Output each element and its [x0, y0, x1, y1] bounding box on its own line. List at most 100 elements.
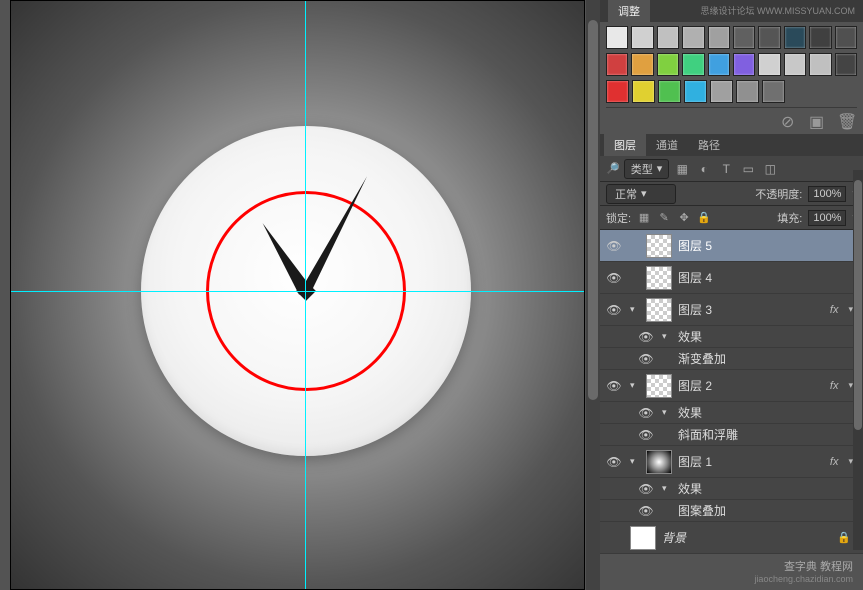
visibility-eye-icon[interactable]: 👁 — [604, 239, 624, 253]
style-swatch[interactable] — [835, 53, 857, 76]
style-swatch[interactable] — [809, 26, 831, 49]
visibility-eye-icon[interactable]: 👁 — [604, 455, 624, 469]
layer-row[interactable]: 👁▾图层 3fx▾ — [600, 294, 863, 326]
new-style-icon[interactable]: ▣ — [809, 112, 823, 126]
tab-paths[interactable]: 路径 — [688, 134, 730, 156]
style-swatch[interactable] — [758, 26, 780, 49]
layer-name[interactable]: 图层 2 — [678, 377, 824, 394]
style-swatch[interactable] — [632, 80, 655, 103]
layer-name[interactable]: 图层 1 — [678, 453, 824, 470]
style-swatch[interactable] — [631, 53, 653, 76]
filter-type-icon[interactable]: T — [717, 160, 735, 178]
visibility-eye-icon[interactable]: 👁 — [636, 406, 656, 420]
style-swatch[interactable] — [682, 26, 704, 49]
style-swatch[interactable] — [835, 26, 857, 49]
fill-input[interactable]: 100% — [808, 210, 846, 226]
style-swatch[interactable] — [658, 80, 681, 103]
twisty-icon[interactable]: ▾ — [662, 331, 672, 342]
fx-badge[interactable]: fx — [830, 304, 839, 316]
visibility-eye-icon[interactable]: 👁 — [604, 271, 624, 285]
blend-mode-select[interactable]: 正常 ▾ — [606, 184, 676, 204]
visibility-eye-icon[interactable]: 👁 — [604, 303, 624, 317]
layer-name[interactable]: 图层 4 — [678, 269, 859, 286]
filter-adjust-icon[interactable]: ◐ — [695, 160, 713, 178]
visibility-eye-icon[interactable]: 👁 — [636, 428, 656, 442]
visibility-eye-icon[interactable]: 👁 — [604, 379, 624, 393]
style-swatch[interactable] — [682, 53, 704, 76]
lock-all-icon[interactable]: 🔒 — [697, 211, 711, 224]
style-swatch[interactable] — [758, 53, 780, 76]
effect-item[interactable]: 👁图案叠加 — [600, 500, 863, 522]
canvas-area[interactable] — [10, 0, 585, 590]
effects-header[interactable]: 👁▾效果 — [600, 402, 863, 424]
layer-thumbnail[interactable] — [646, 266, 672, 290]
style-swatch[interactable] — [762, 80, 785, 103]
trash-icon[interactable]: 🗑 — [837, 112, 851, 126]
style-swatch[interactable] — [708, 53, 730, 76]
lock-position-icon[interactable]: ✥ — [677, 211, 691, 224]
layer-thumbnail[interactable] — [646, 374, 672, 398]
filter-shape-icon[interactable]: ▭ — [739, 160, 757, 178]
style-swatch[interactable] — [733, 26, 755, 49]
style-swatch[interactable] — [708, 26, 730, 49]
tab-channels[interactable]: 通道 — [646, 134, 688, 156]
style-swatch[interactable] — [631, 26, 653, 49]
layer-row[interactable]: 👁▾图层 2fx▾ — [600, 370, 863, 402]
twisty-icon[interactable]: ▾ — [630, 380, 640, 391]
effects-header[interactable]: 👁 ▾ 效果 — [600, 478, 863, 500]
visibility-eye-icon[interactable]: 👁 — [636, 352, 656, 366]
style-swatch[interactable] — [606, 26, 628, 49]
layer-name[interactable]: 图层 5 — [678, 237, 859, 254]
style-swatch[interactable] — [733, 53, 755, 76]
layer-thumbnail[interactable] — [646, 298, 672, 322]
layer-name[interactable]: 图层 3 — [678, 301, 824, 318]
panel-scrollbar[interactable] — [853, 170, 863, 550]
filter-smart-icon[interactable]: ◫ — [761, 160, 779, 178]
background-layer-row[interactable]: 背景🔒 — [600, 522, 863, 554]
layer-name[interactable]: 背景 — [662, 529, 831, 546]
style-swatch[interactable] — [784, 53, 806, 76]
opacity-input[interactable]: 100% — [808, 186, 846, 202]
style-swatch[interactable] — [657, 53, 679, 76]
twisty-icon[interactable]: ▾ — [630, 456, 640, 467]
style-swatch[interactable] — [606, 53, 628, 76]
no-style-icon[interactable]: ⊘ — [781, 112, 795, 126]
layer-thumbnail[interactable] — [646, 234, 672, 258]
layer-row[interactable]: 👁 图层 4 — [600, 262, 863, 294]
effects-header[interactable]: 👁▾效果 — [600, 326, 863, 348]
panel-scroll-thumb[interactable] — [854, 180, 862, 430]
lock-pixels-icon[interactable]: ✎ — [657, 211, 671, 224]
style-swatch[interactable] — [784, 26, 806, 49]
filter-pixel-icon[interactable]: ▦ — [673, 160, 691, 178]
tab-adjust[interactable]: 调整 — [608, 0, 650, 22]
scroll-thumb[interactable] — [588, 20, 598, 400]
fx-badge[interactable]: fx — [830, 380, 839, 392]
visibility-eye-icon[interactable]: 👁 — [636, 482, 656, 496]
style-swatch[interactable] — [657, 26, 679, 49]
canvas-scrollbar[interactable] — [586, 0, 600, 590]
style-swatch[interactable] — [606, 80, 629, 103]
guide-vertical[interactable] — [305, 1, 306, 589]
style-swatch[interactable] — [736, 80, 759, 103]
lock-label: 锁定: — [606, 210, 631, 226]
filter-kind-select[interactable]: 类型 ▾ — [624, 159, 670, 179]
twisty-icon[interactable]: ▾ — [662, 407, 672, 418]
style-swatch[interactable] — [710, 80, 733, 103]
layer-thumbnail[interactable] — [630, 526, 656, 550]
layer-row[interactable]: 👁▾图层 1fx▾ — [600, 446, 863, 478]
fx-badge[interactable]: fx — [830, 456, 839, 468]
effects-label: 效果 — [678, 480, 702, 497]
layer-row[interactable]: 👁 图层 5 — [600, 230, 863, 262]
twisty-icon[interactable]: ▾ — [630, 304, 640, 315]
visibility-eye-icon[interactable]: 👁 — [636, 330, 656, 344]
twisty-icon[interactable]: ▾ — [662, 483, 672, 494]
style-swatch[interactable] — [684, 80, 707, 103]
layer-thumbnail[interactable] — [646, 450, 672, 474]
tab-layers[interactable]: 图层 — [604, 134, 646, 156]
visibility-eye-icon[interactable]: 👁 — [636, 504, 656, 518]
guide-horizontal[interactable] — [11, 291, 584, 292]
effect-item[interactable]: 👁渐变叠加 — [600, 348, 863, 370]
effect-item[interactable]: 👁斜面和浮雕 — [600, 424, 863, 446]
style-swatch[interactable] — [809, 53, 831, 76]
lock-transparent-icon[interactable]: ▦ — [637, 211, 651, 224]
